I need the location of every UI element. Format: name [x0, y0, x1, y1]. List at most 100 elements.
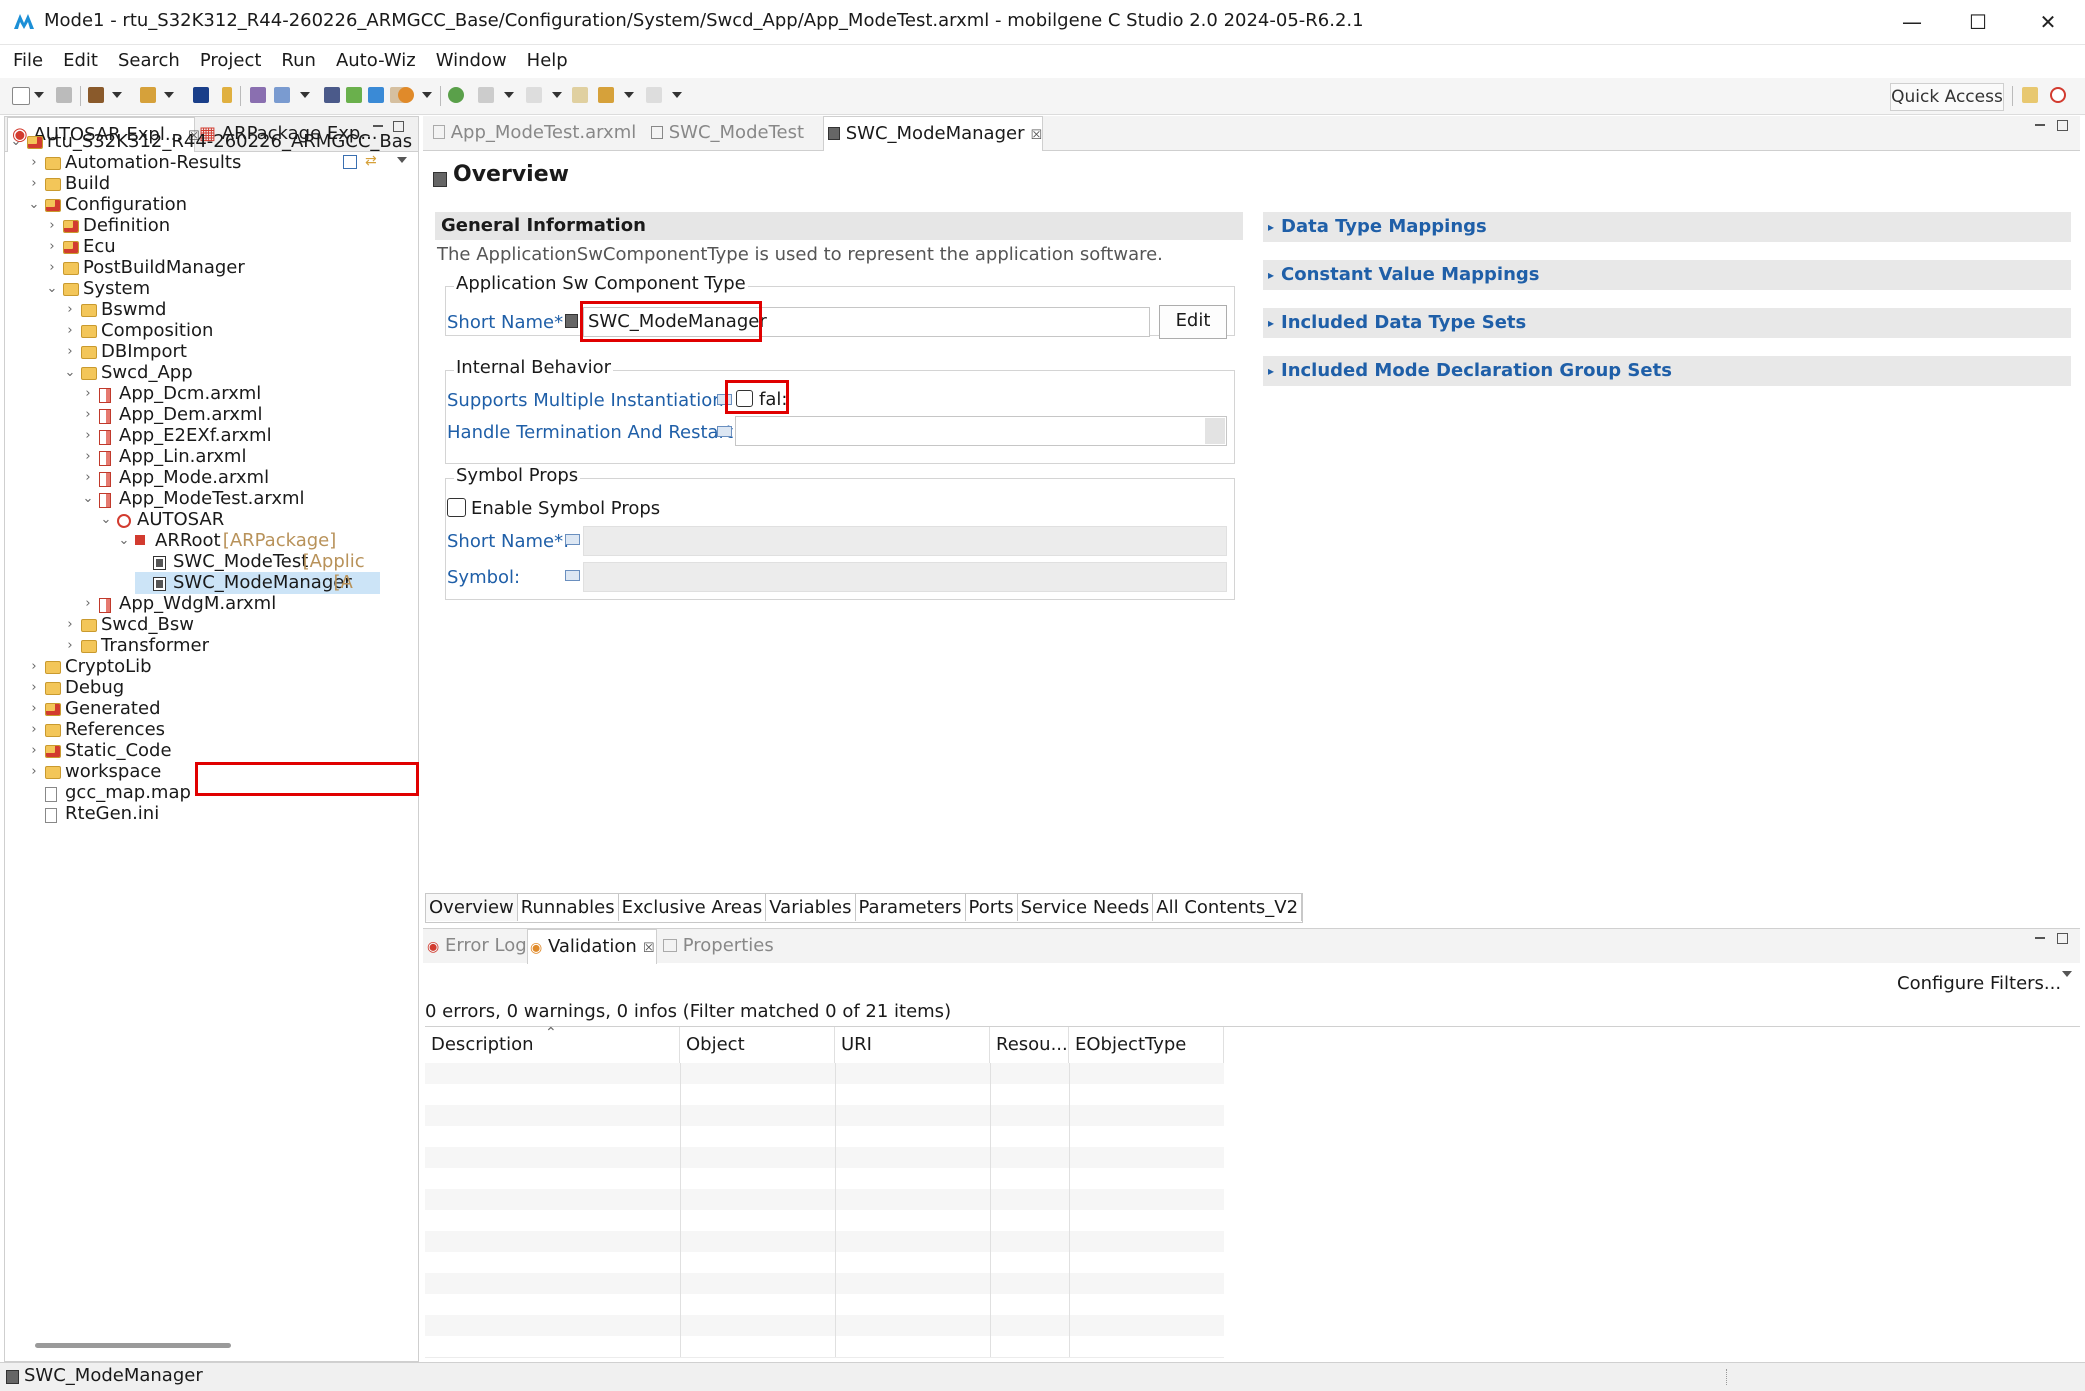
- chart-tool-icon[interactable]: [274, 87, 290, 103]
- maximize-validation-icon[interactable]: [2057, 933, 2068, 944]
- cut-icon[interactable]: [368, 87, 384, 103]
- new-icon[interactable]: [12, 87, 30, 105]
- last-edit-icon[interactable]: [572, 87, 588, 103]
- expand-toggle-icon[interactable]: ›: [81, 446, 95, 468]
- expand-toggle-icon[interactable]: ›: [81, 425, 95, 447]
- minimize-validation-icon[interactable]: [2035, 937, 2045, 939]
- minimize-editor-icon[interactable]: [2035, 124, 2045, 126]
- expand-toggle-icon[interactable]: ⌄: [99, 509, 113, 531]
- alert-dropdown-icon[interactable]: [422, 92, 432, 98]
- maximize-editor-icon[interactable]: [2057, 120, 2068, 131]
- menu-help[interactable]: Help: [517, 45, 578, 77]
- minimize-button[interactable]: —: [1884, 6, 1940, 38]
- edit-button[interactable]: Edit: [1159, 305, 1227, 339]
- included-data-type-sets-section[interactable]: Included Data Type Sets: [1263, 308, 2071, 338]
- constant-value-mappings-section[interactable]: Constant Value Mappings: [1263, 260, 2071, 290]
- quick-access-field[interactable]: Quick Access: [1890, 83, 2004, 111]
- expand-toggle-icon[interactable]: ›: [27, 656, 41, 678]
- chart-dropdown-icon[interactable]: [300, 92, 310, 98]
- included-mode-declaration-group-sets-section[interactable]: Included Mode Declaration Group Sets: [1263, 356, 2071, 386]
- expand-toggle-icon[interactable]: ›: [27, 698, 41, 720]
- expand-toggle-icon[interactable]: ›: [63, 320, 77, 342]
- back-icon[interactable]: [598, 87, 614, 103]
- autosar-perspective-icon[interactable]: [2050, 87, 2066, 103]
- menu-auto-wiz[interactable]: Auto-Wiz: [326, 45, 426, 77]
- menu-search[interactable]: Search: [108, 45, 190, 77]
- handle-termination-dropdown[interactable]: [1205, 418, 1225, 444]
- page-tab-variables[interactable]: Variables: [766, 894, 856, 921]
- tab-swc-modemanager[interactable]: SWC_ModeManager ☒: [823, 116, 1043, 151]
- expand-toggle-icon[interactable]: ›: [63, 614, 77, 636]
- star-icon[interactable]: [222, 87, 232, 103]
- perspective-icon[interactable]: [2022, 87, 2038, 103]
- table-row[interactable]: [425, 1210, 1224, 1232]
- expand-toggle-icon[interactable]: ⌄: [45, 278, 59, 300]
- nav-dropdown-icon[interactable]: [504, 92, 514, 98]
- expand-toggle-icon[interactable]: ›: [81, 404, 95, 426]
- maximize-button[interactable]: ☐: [1950, 6, 2006, 38]
- table-row[interactable]: [425, 1315, 1224, 1337]
- close-tab-icon[interactable]: ☒: [1030, 128, 1042, 143]
- build-dropdown-icon[interactable]: [112, 92, 122, 98]
- tab-properties[interactable]: Properties: [659, 929, 789, 963]
- next-annot-icon[interactable]: [526, 87, 542, 103]
- table-row[interactable]: [425, 1126, 1224, 1148]
- table-row[interactable]: [425, 1105, 1224, 1127]
- table-row[interactable]: [425, 1294, 1224, 1316]
- tab-error-log[interactable]: ◉ Error Log: [427, 929, 527, 963]
- enable-symbol-props-checkbox[interactable]: [447, 498, 466, 517]
- expand-toggle-icon[interactable]: ›: [45, 257, 59, 279]
- rect-icon[interactable]: [346, 87, 362, 103]
- page-tab-all-contents-v2[interactable]: All Contents_V2: [1153, 894, 1303, 921]
- page-tab-runnables[interactable]: Runnables: [518, 894, 619, 921]
- expand-toggle-icon[interactable]: ›: [81, 593, 95, 615]
- tab-validation[interactable]: ◉ Validation ☒: [527, 929, 657, 964]
- expand-toggle-icon[interactable]: ⌄: [63, 362, 77, 384]
- t-icon[interactable]: [193, 87, 209, 103]
- handle-termination-input[interactable]: [735, 416, 1227, 446]
- expand-toggle-icon[interactable]: ›: [63, 341, 77, 363]
- table-row[interactable]: [425, 1189, 1224, 1211]
- expand-toggle-icon[interactable]: ›: [27, 677, 41, 699]
- expand-toggle-icon[interactable]: ⌄: [81, 488, 95, 510]
- menu-file[interactable]: File: [0, 45, 53, 77]
- tree-item[interactable]: SWC_ModeManager [A: [135, 572, 380, 594]
- wand-dropdown-icon[interactable]: [164, 92, 174, 98]
- alert-icon[interactable]: [398, 87, 414, 103]
- configure-filters-link[interactable]: Configure Filters...: [1897, 973, 2061, 994]
- expand-toggle-icon[interactable]: ›: [63, 635, 77, 657]
- run-icon[interactable]: [448, 87, 464, 103]
- column-object[interactable]: Object: [680, 1027, 835, 1063]
- validation-menu-icon[interactable]: [2062, 971, 2072, 977]
- list-icon[interactable]: [324, 87, 340, 103]
- table-row[interactable]: [425, 1147, 1224, 1169]
- page-tab-service-needs[interactable]: Service Needs: [1018, 894, 1154, 921]
- close-button[interactable]: ✕: [2020, 6, 2076, 38]
- expand-toggle-icon[interactable]: ›: [45, 236, 59, 258]
- new-dropdown-icon[interactable]: [34, 92, 44, 98]
- tab-swc-modetest[interactable]: SWC_ModeTest: [649, 116, 809, 150]
- table-row[interactable]: [425, 1336, 1224, 1358]
- back-dropdown-icon[interactable]: [624, 92, 634, 98]
- build-icon[interactable]: [88, 87, 104, 103]
- table-row[interactable]: [425, 1252, 1224, 1274]
- horizontal-scrollbar[interactable]: [35, 1343, 231, 1348]
- column-eobjecttype[interactable]: EObjectType: [1069, 1027, 1224, 1063]
- edit-tool-icon[interactable]: [250, 87, 266, 103]
- expand-toggle-icon[interactable]: ›: [27, 152, 41, 174]
- page-tab-ports[interactable]: Ports: [966, 894, 1018, 921]
- close-tab-icon[interactable]: ☒: [643, 941, 655, 956]
- forward-dropdown-icon[interactable]: [672, 92, 682, 98]
- expand-toggle-icon[interactable]: ›: [81, 467, 95, 489]
- save-icon[interactable]: [56, 87, 72, 103]
- page-tab-overview[interactable]: Overview: [426, 894, 518, 921]
- wand-icon[interactable]: [140, 87, 156, 103]
- expand-toggle-icon[interactable]: ›: [45, 215, 59, 237]
- expand-toggle-icon[interactable]: ⌄: [9, 131, 23, 153]
- column-uri[interactable]: URI: [835, 1027, 990, 1063]
- data-type-mappings-section[interactable]: Data Type Mappings: [1263, 212, 2071, 242]
- table-row[interactable]: [425, 1168, 1224, 1190]
- tab-app-modetest-arxml[interactable]: App_ModeTest.arxml: [429, 116, 636, 150]
- forward-icon[interactable]: [646, 87, 662, 103]
- expand-toggle-icon[interactable]: ›: [27, 740, 41, 762]
